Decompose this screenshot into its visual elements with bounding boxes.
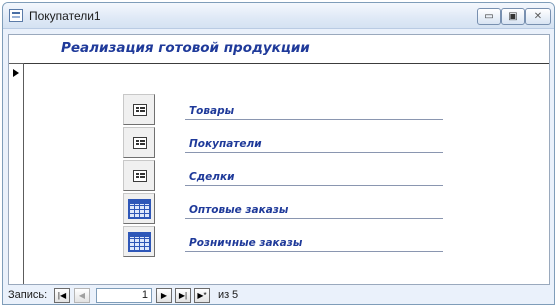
open-sdelki-button[interactable] (123, 160, 155, 191)
section-divider (24, 63, 549, 64)
menu-underline (185, 119, 443, 120)
menu-underline (185, 218, 443, 219)
current-record-arrow-icon (13, 69, 19, 77)
menu-label-pokupateli: Покупатели (189, 138, 262, 150)
open-roznichnye-zakazy-button[interactable] (123, 226, 155, 257)
record-navigation-bar: Запись: |◀ ◀ 1 ▶ ▶| ▶* из 5 (8, 287, 550, 305)
form-body: Реализация готовой продукции Товары Поку… (8, 34, 550, 285)
maximize-button[interactable]: ▣ (501, 8, 525, 25)
record-of-label: из (218, 289, 230, 301)
table-icon (128, 199, 151, 219)
menu-label-sdelki: Сделки (189, 171, 235, 183)
first-record-button[interactable]: |◀ (54, 288, 70, 303)
menu-label-optovye-zakazy: Оптовые заказы (189, 204, 289, 216)
menu-underline (185, 152, 443, 153)
new-record-button[interactable]: ▶* (194, 288, 210, 303)
record-total-count: 5 (232, 289, 239, 301)
form-icon (133, 104, 147, 116)
open-pokupateli-button[interactable] (123, 127, 155, 158)
form-window-icon[interactable] (9, 9, 23, 22)
minimize-button[interactable]: ▭ (477, 8, 501, 25)
record-selector[interactable] (9, 63, 24, 284)
menu-label-roznichnye-zakazy: Розничные заказы (189, 237, 303, 249)
title-bar[interactable]: Покупатели1 ▭ ▣ ✕ (3, 3, 554, 29)
last-record-button[interactable]: ▶| (175, 288, 191, 303)
current-record-input[interactable]: 1 (96, 288, 152, 303)
record-caption: Запись: (8, 289, 48, 301)
form-window: Покупатели1 ▭ ▣ ✕ Реализация готовой про… (2, 2, 555, 305)
table-icon (128, 232, 151, 252)
previous-record-button[interactable]: ◀ (74, 288, 90, 303)
close-button[interactable]: ✕ (525, 8, 551, 25)
form-title: Реализация готовой продукции (61, 40, 310, 56)
open-tovary-button[interactable] (123, 94, 155, 125)
menu-underline (185, 185, 443, 186)
form-icon (133, 137, 147, 149)
window-title: Покупатели1 (29, 9, 101, 23)
open-optovye-zakazy-button[interactable] (123, 193, 155, 224)
form-header: Реализация готовой продукции (9, 35, 549, 63)
form-icon (133, 170, 147, 182)
menu-label-tovary: Товары (189, 105, 235, 117)
menu-underline (185, 251, 443, 252)
next-record-button[interactable]: ▶ (156, 288, 172, 303)
